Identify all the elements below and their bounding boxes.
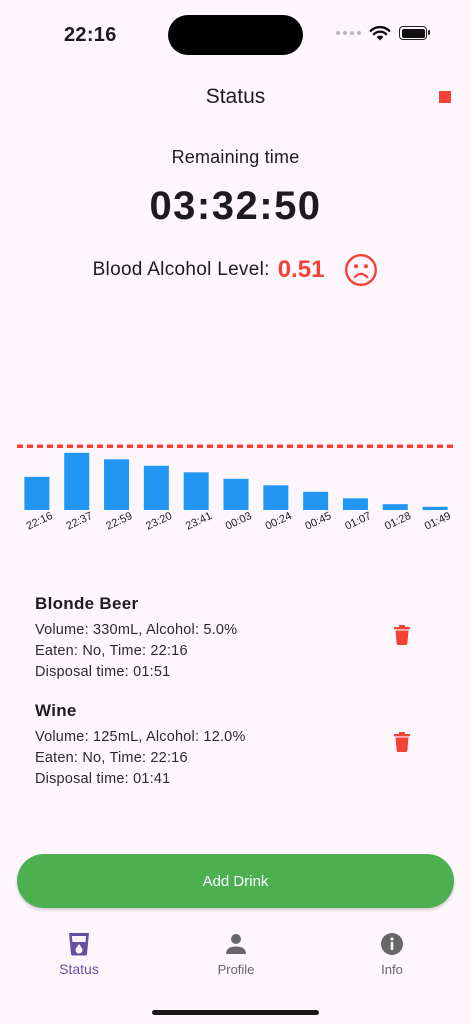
chart-x-tick-label: 00:45	[303, 510, 333, 533]
nav-tab-info[interactable]: Info	[332, 932, 452, 977]
status-bar-time: 22:16	[64, 24, 117, 46]
drink-item: Blonde Beer Volume: 330mL, Alcohol: 5.0%…	[35, 594, 435, 683]
delete-drink-icon[interactable]	[394, 732, 410, 752]
page-title: Status	[205, 85, 266, 108]
glass-icon	[69, 933, 89, 956]
nav-label-info: Info	[381, 962, 403, 977]
drink-volume: Volume: 125mL, Alcohol: 12.0%	[35, 729, 246, 745]
nav-label-profile: Profile	[217, 962, 255, 977]
drink-name: Wine	[35, 701, 77, 720]
chart-bar	[143, 465, 169, 510]
wifi-icon	[369, 25, 391, 41]
chart-bar	[342, 498, 368, 510]
chart-x-tick-label: 23:41	[184, 510, 214, 533]
sad-face-icon	[345, 253, 378, 287]
stop-button[interactable]	[439, 91, 451, 103]
drink-eaten-time: Eaten: No, Time: 22:16	[35, 643, 188, 659]
chart-x-tick-label: 00:24	[264, 510, 294, 533]
chart-bar	[422, 506, 448, 510]
chart-x-tick-label: 22:16	[25, 510, 55, 533]
battery-icon	[399, 26, 430, 40]
person-icon	[226, 934, 246, 954]
chart-x-tick-label: 01:07	[343, 510, 373, 533]
chart-x-tick-label: 22:59	[104, 510, 134, 533]
status-bar-icons	[336, 25, 430, 41]
drink-disposal-time: Disposal time: 01:51	[35, 664, 171, 680]
add-drink-button[interactable]: Add Drink	[17, 854, 454, 908]
chart-x-tick-label: 22:37	[64, 510, 94, 533]
bal-value: 0.51	[277, 256, 325, 283]
chart-bar	[64, 452, 90, 510]
nav-label-status: Status	[59, 961, 99, 977]
home-indicator	[152, 1010, 319, 1015]
nav-tab-status[interactable]: Status	[19, 932, 139, 977]
chart-bar	[104, 459, 130, 510]
remaining-time-label: Remaining time	[171, 147, 300, 167]
chart-bar	[183, 472, 209, 510]
drink-volume: Volume: 330mL, Alcohol: 5.0%	[35, 622, 238, 638]
dynamic-island	[168, 15, 303, 55]
chart-bar	[24, 476, 50, 510]
chart-bar	[382, 504, 408, 510]
info-icon	[381, 933, 403, 955]
chart-bar	[303, 491, 329, 510]
drink-eaten-time: Eaten: No, Time: 22:16	[35, 750, 188, 766]
chart-bar	[263, 485, 289, 510]
chart-x-tick-label: 01:28	[383, 510, 413, 533]
nav-tab-profile[interactable]: Profile	[176, 932, 296, 977]
bal-label: Blood Alcohol Level:	[92, 259, 270, 280]
drink-disposal-time: Disposal time: 01:41	[35, 771, 171, 787]
chart-x-tick-label: 00:03	[224, 510, 254, 533]
drink-name: Blonde Beer	[35, 594, 139, 613]
signal-icon	[336, 31, 361, 35]
chart-x-tick-label: 23:20	[144, 510, 174, 533]
delete-drink-icon[interactable]	[394, 625, 410, 645]
chart-bar	[223, 478, 249, 510]
chart-x-tick-label: 01:49	[423, 510, 453, 533]
status-screen: 22:16 Status Remaining time 03:32:50 Blo…	[0, 0, 471, 1024]
blood-alcohol-row: Blood Alcohol Level: 0.51	[0, 253, 471, 287]
drink-item: Wine Volume: 125mL, Alcohol: 12.0% Eaten…	[35, 701, 435, 790]
bac-bar-chart: 22:16 22:37 22:59 23:20 23:41 00:03 00:24 00:45…	[17, 444, 455, 533]
remaining-time-value: 03:32:50	[149, 184, 322, 228]
